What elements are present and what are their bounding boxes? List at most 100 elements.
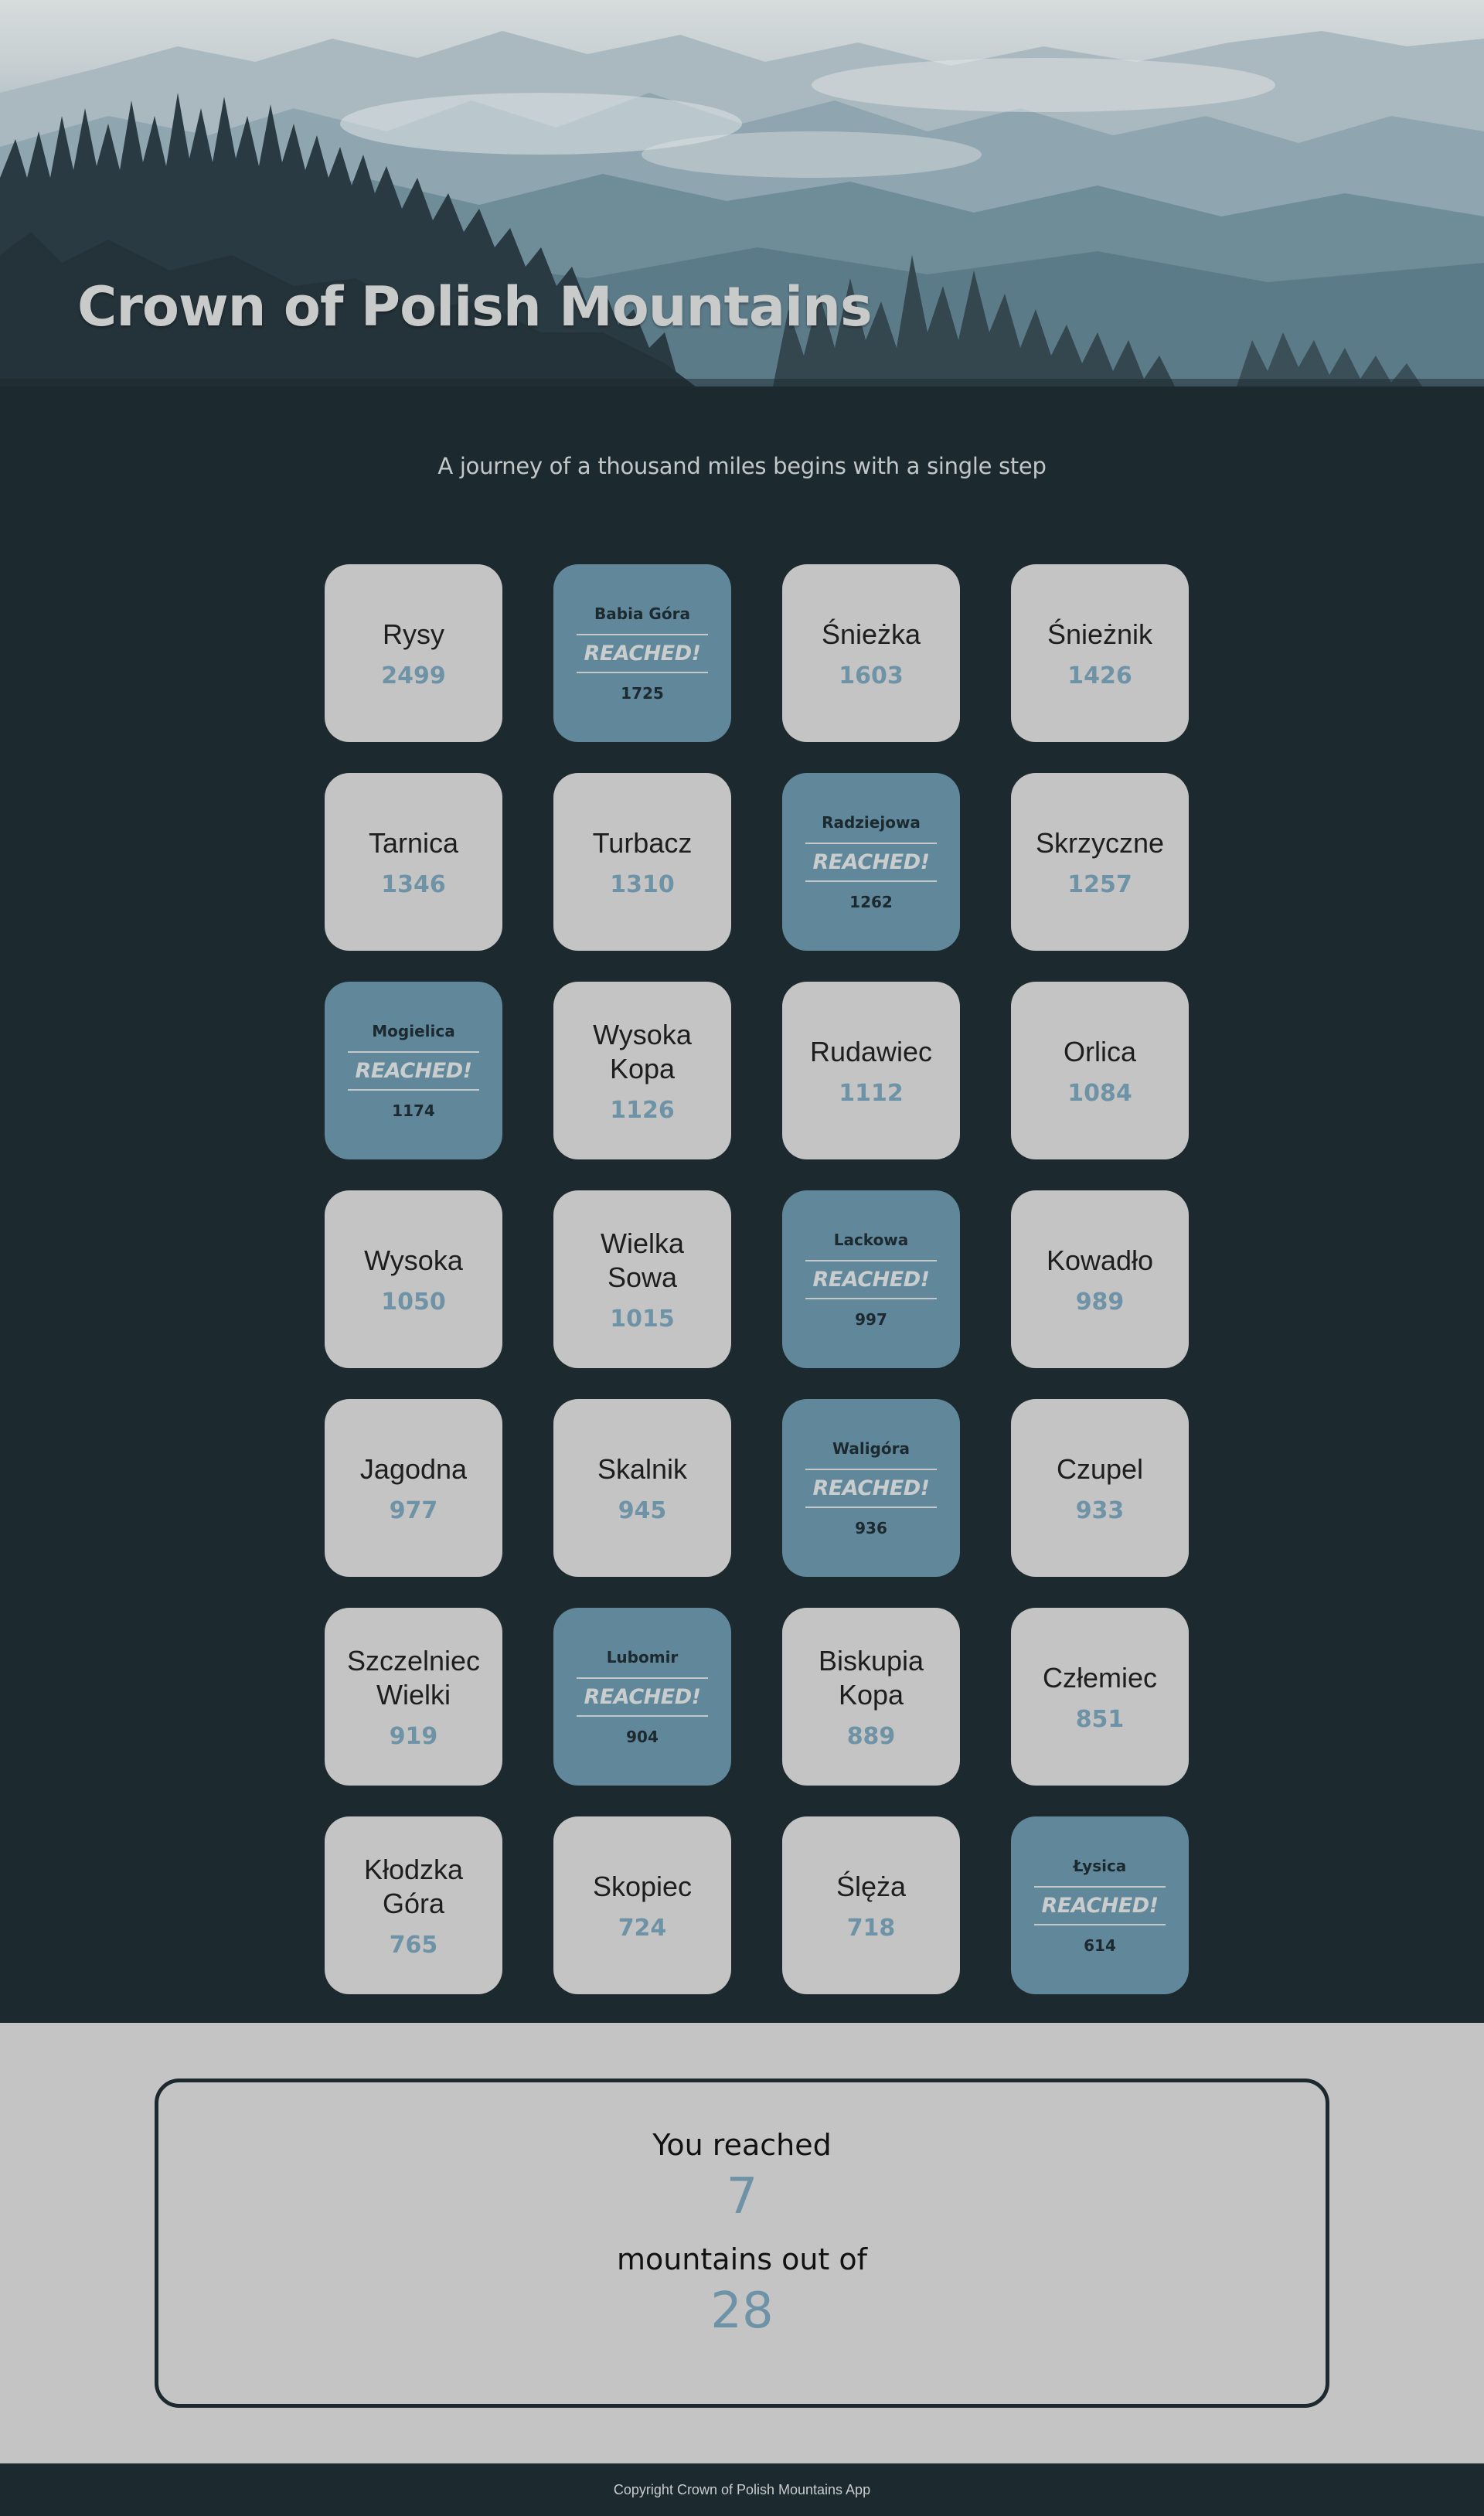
mountain-name: Lubomir [606, 1647, 679, 1667]
mountain-name: Czupel [1056, 1452, 1144, 1485]
mountain-card[interactable]: Rysy 2499 [325, 564, 502, 742]
mountain-name: Lackowa [833, 1230, 909, 1249]
mountain-card[interactable]: Lubomir REACHED! 904 [553, 1608, 731, 1786]
mountain-name: Człemiec [1042, 1661, 1158, 1694]
mountain-name: Śnieżka [821, 618, 921, 650]
mountain-card[interactable]: Śnieżka 1603 [782, 564, 960, 742]
mountain-card[interactable]: Skalnik 945 [553, 1399, 731, 1577]
mountain-height: 889 [846, 1722, 896, 1750]
reached-badge: REACHED! [805, 842, 937, 882]
summary-label-reached: You reached [652, 2128, 832, 2162]
mountain-card[interactable]: Wysoka 1050 [325, 1190, 502, 1368]
page-title: Crown of Polish Mountains [77, 275, 873, 339]
mountain-card[interactable]: Wielka Sowa 1015 [553, 1190, 731, 1368]
reached-badge: REACHED! [805, 1468, 937, 1508]
mountain-card[interactable]: Biskupia Kopa 889 [782, 1608, 960, 1786]
mountain-name: Skrzyczne [1035, 826, 1165, 859]
mountain-card[interactable]: Ślęża 718 [782, 1816, 960, 1994]
mountain-height: 1174 [392, 1101, 435, 1120]
mountain-height: 919 [389, 1722, 438, 1750]
mountain-name: Turbacz [592, 826, 693, 859]
mountain-name: Wysoka Kopa [593, 1018, 692, 1084]
total-count: 28 [710, 2283, 774, 2340]
mountain-height: 936 [855, 1518, 887, 1537]
mountain-card[interactable]: Rudawiec 1112 [782, 982, 960, 1159]
mountain-name: Śnieżnik [1047, 618, 1153, 650]
mountain-name: Mogielica [372, 1021, 455, 1040]
reached-badge: REACHED! [577, 633, 708, 673]
mountain-height: 718 [846, 1914, 896, 1942]
mountain-height: 1015 [610, 1305, 675, 1333]
mountain-height: 945 [618, 1496, 667, 1524]
reached-badge: REACHED! [805, 1259, 937, 1299]
reached-badge: REACHED! [348, 1050, 479, 1091]
mountain-name: Łysica [1073, 1856, 1127, 1875]
mountain-card[interactable]: Tarnica 1346 [325, 773, 502, 951]
mountain-card[interactable]: Lackowa REACHED! 997 [782, 1190, 960, 1368]
mountain-height: 1112 [839, 1079, 904, 1107]
mountain-card[interactable]: Babia Góra REACHED! 1725 [553, 564, 731, 742]
mountain-name: Rudawiec [809, 1035, 933, 1067]
mountain-height: 997 [855, 1309, 887, 1329]
summary-label-total: mountains out of [616, 2242, 868, 2276]
hero-banner: Crown of Polish Mountains [0, 0, 1484, 386]
mountain-height: 1725 [621, 683, 664, 703]
mountain-card[interactable]: Mogielica REACHED! 1174 [325, 982, 502, 1159]
mountain-height: 851 [1075, 1705, 1125, 1733]
mountain-card[interactable]: Człemiec 851 [1011, 1608, 1189, 1786]
mountain-card[interactable]: Orlica 1084 [1011, 982, 1189, 1159]
mountain-card[interactable]: Czupel 933 [1011, 1399, 1189, 1577]
mountain-name: Kłodzka Góra [363, 1853, 464, 1919]
mountain-height: 765 [389, 1931, 438, 1959]
mountain-card[interactable]: Turbacz 1310 [553, 773, 731, 951]
mountain-name: Rysy [383, 618, 444, 650]
mountain-name: Jagodna [359, 1452, 468, 1485]
reached-badge: REACHED! [577, 1677, 708, 1717]
mountain-card[interactable]: Jagodna 977 [325, 1399, 502, 1577]
mountain-name: Kowadło [1046, 1244, 1154, 1276]
mountain-name: Radziejowa [822, 812, 921, 832]
mountain-height: 933 [1075, 1496, 1125, 1524]
mountain-card[interactable]: Łysica REACHED! 614 [1011, 1816, 1189, 1994]
mountain-height: 977 [389, 1496, 438, 1524]
mountain-height: 1346 [381, 870, 446, 898]
mountain-name: Biskupia Kopa [818, 1644, 924, 1711]
mountains-section: A journey of a thousand miles begins wit… [0, 386, 1484, 2023]
mountain-card[interactable]: Śnieżnik 1426 [1011, 564, 1189, 742]
tagline: A journey of a thousand miles begins wit… [437, 453, 1047, 479]
mountain-card[interactable]: Szczelniec Wielki 919 [325, 1608, 502, 1786]
mountain-name: Wysoka [364, 1244, 463, 1276]
mountain-name: Wielka Sowa [600, 1227, 685, 1293]
mountain-name: Skalnik [597, 1452, 688, 1485]
mountain-name: Tarnica [368, 826, 459, 859]
mountain-height: 989 [1075, 1288, 1125, 1316]
mountain-height: 1050 [381, 1288, 446, 1316]
copyright-text: Copyright Crown of Polish Mountains App [613, 2481, 871, 2497]
mountain-card[interactable]: Radziejowa REACHED! 1262 [782, 773, 960, 951]
mountain-card[interactable]: Skopiec 724 [553, 1816, 731, 1994]
mountain-name: Szczelniec Wielki [346, 1644, 481, 1711]
footer: Copyright Crown of Polish Mountains App [0, 2463, 1484, 2516]
mountain-height: 1126 [610, 1096, 675, 1124]
mountain-card[interactable]: Waligóra REACHED! 936 [782, 1399, 960, 1577]
mountain-grid: Rysy 2499 Babia Góra REACHED! 1725 Śnieżka 160… [325, 564, 1190, 1994]
mountain-card[interactable]: Kowadło 989 [1011, 1190, 1189, 1368]
mountain-card[interactable]: Skrzyczne 1257 [1011, 773, 1189, 951]
mountain-name: Waligóra [832, 1438, 910, 1458]
mountain-name: Babia Góra [594, 604, 690, 623]
mountain-name: Ślęża [836, 1870, 907, 1902]
mountain-height: 2499 [381, 662, 446, 689]
mountain-height: 614 [1084, 1936, 1116, 1955]
mountain-height: 1426 [1067, 662, 1132, 689]
reached-badge: REACHED! [1034, 1885, 1166, 1925]
mountain-height: 1603 [839, 662, 904, 689]
mountain-name: Orlica [1063, 1035, 1136, 1067]
summary-section: You reached 7 mountains out of 28 [0, 2023, 1484, 2463]
mountain-height: 1262 [849, 892, 893, 911]
mountain-card[interactable]: Wysoka Kopa 1126 [553, 982, 731, 1159]
mountain-height: 724 [618, 1914, 667, 1942]
summary-box: You reached 7 mountains out of 28 [155, 2079, 1329, 2408]
mountain-height: 1084 [1067, 1079, 1132, 1107]
reached-count: 7 [726, 2168, 758, 2225]
mountain-card[interactable]: Kłodzka Góra 765 [325, 1816, 502, 1994]
